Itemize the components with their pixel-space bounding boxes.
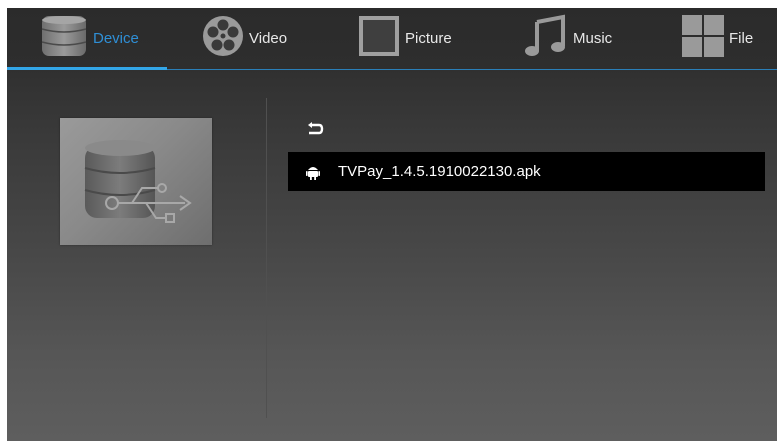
- tab-label: Device: [93, 29, 139, 47]
- tab-label: Music: [573, 29, 613, 47]
- database-icon: [39, 13, 89, 63]
- return-arrow-icon: [306, 121, 324, 142]
- tab-label: Picture: [405, 29, 452, 47]
- tab-label: File: [729, 29, 754, 47]
- panel-divider: [266, 98, 267, 418]
- grid-icon: [681, 14, 725, 62]
- usb-storage-icon: [60, 140, 212, 249]
- tab-bar: Device Video Picture Music File: [7, 8, 777, 70]
- tab-video[interactable]: Video: [201, 15, 287, 61]
- tab-music[interactable]: Music: [523, 14, 613, 62]
- list-item[interactable]: TVPay_1.4.5.1910022130.apk: [288, 152, 765, 191]
- music-note-icon: [523, 14, 569, 62]
- tab-file[interactable]: File: [681, 15, 753, 61]
- picture-frame-icon: [357, 14, 401, 62]
- back-button[interactable]: [303, 120, 327, 142]
- file-name: TVPay_1.4.5.1910022130.apk: [338, 163, 541, 180]
- usb-device-tile[interactable]: [60, 118, 212, 245]
- media-player-app: Device Video Picture Music File TVPay_1.…: [7, 8, 777, 441]
- tab-label: Video: [249, 29, 288, 47]
- tab-picture[interactable]: Picture: [357, 15, 452, 61]
- tab-device[interactable]: Device: [39, 15, 139, 61]
- active-tab-indicator: [7, 67, 167, 70]
- android-icon: [305, 164, 321, 180]
- film-reel-icon: [201, 14, 245, 62]
